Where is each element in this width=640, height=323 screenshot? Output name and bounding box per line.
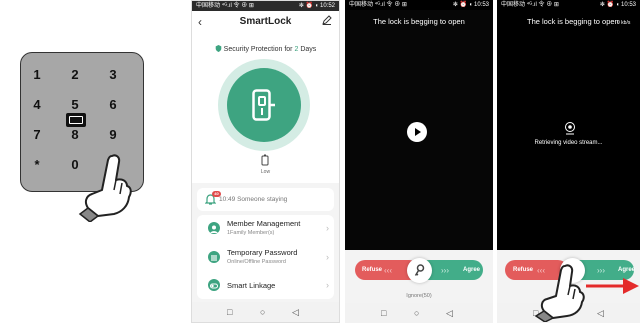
back-nav-icon[interactable]: ◁: [292, 307, 299, 318]
key-4[interactable]: 4: [28, 97, 46, 112]
arrows-left: ‹‹‹: [384, 266, 392, 275]
chevron-right-icon: ›: [326, 280, 329, 290]
status-bar: 中国移动 ⁴ᴳ.ıl 令 ⊕ ⊞ ✻ ⏰ ◖ 10:52: [192, 1, 339, 11]
keypad-icon: [208, 251, 220, 263]
pointing-hand-icon: [78, 154, 132, 222]
key-2[interactable]: 2: [66, 67, 84, 82]
nav-bar: □ ○ ◁: [345, 303, 493, 323]
toggle-icon: [208, 279, 220, 291]
ignore-countdown[interactable]: Ignore(50): [345, 293, 493, 299]
refuse-label: Refuse: [362, 267, 383, 273]
notification-text: 10:49 Someone staying: [219, 196, 288, 203]
play-icon: [415, 128, 421, 136]
key-8[interactable]: 8: [66, 127, 84, 142]
arrows-right: ›››: [441, 266, 449, 275]
back-nav-icon[interactable]: ◁: [597, 308, 604, 319]
back-nav-icon[interactable]: ◁: [446, 308, 453, 319]
slider-knob[interactable]: [407, 258, 432, 283]
home-icon[interactable]: ○: [260, 307, 265, 317]
call-title: The lock is begging to open: [527, 17, 619, 26]
key-7[interactable]: 7: [28, 127, 46, 142]
menu-item-temporary-password[interactable]: Temporary Password Online/Offline Passwo…: [197, 244, 334, 271]
recent-apps-icon[interactable]: □: [381, 308, 386, 318]
menu-title: Smart Linkage: [227, 281, 276, 290]
key-1[interactable]: 1: [28, 67, 46, 82]
edit-icon[interactable]: [322, 15, 332, 25]
battery-icon: [261, 154, 269, 166]
security-prefix: Security Protection for: [223, 46, 295, 53]
recent-apps-icon[interactable]: □: [227, 307, 232, 317]
card-reader-icon: [66, 113, 86, 127]
call-title: The lock is begging to open: [373, 17, 465, 26]
key-9[interactable]: 9: [104, 127, 122, 142]
chevron-right-icon: ›: [326, 252, 329, 262]
key-5[interactable]: 5: [66, 97, 84, 112]
status-right: ✻ ⏰ ◖ 10:53: [599, 2, 636, 8]
menu-subtitle: 1Family Member(s): [227, 230, 275, 236]
phone-incoming-request: 中国移动 ⁴ᴳ.ıl 令 ⊕ ⊞ ✻ ⏰ ◖ 10:53 The lock is…: [345, 0, 493, 323]
status-bar: 中国移动 ⁴ᴳ.ıl 令 ⊕ ⊞ ✻ ⏰ ◖ 10:53: [345, 0, 493, 10]
security-suffix: Days: [298, 46, 317, 53]
menu-subtitle: Online/Offline Password: [227, 259, 286, 265]
agree-label: Agree: [463, 267, 481, 273]
battery-label: Low: [260, 169, 271, 175]
status-bar: 中国移动 ⁴ᴳ.ıl 令 ⊕ ⊞ ✻ ⏰ ◖ 10:53: [497, 0, 640, 10]
status-left: 中国移动 ⁴ᴳ.ıl 令 ⊕ ⊞: [349, 2, 407, 8]
network-speed: 0 kb/s: [617, 20, 631, 26]
nav-bar: □ ○ ◁: [192, 302, 339, 322]
key-icon: [414, 264, 425, 276]
door-lock-icon: [252, 89, 275, 121]
key-3[interactable]: 3: [104, 67, 122, 82]
chevron-right-icon: ›: [326, 223, 329, 233]
refuse-label: Refuse: [513, 267, 534, 273]
arrows-right: ›››: [597, 266, 605, 275]
unlock-button[interactable]: [227, 68, 301, 142]
page-title: SmartLock: [239, 16, 292, 27]
retrieving-status: Retrieving video stream...: [534, 140, 603, 146]
agree-label: Agree: [618, 267, 636, 273]
member-icon: [208, 222, 220, 234]
menu-item-member-management[interactable]: Member Management 1Family Member(s) ›: [197, 215, 334, 242]
shield-icon: [215, 45, 222, 52]
key-star[interactable]: *: [28, 157, 46, 172]
status-left: 中国移动 ⁴ᴳ.ıl 令 ⊕ ⊞: [501, 2, 559, 8]
phone-smartlock-home: 中国移动 ⁴ᴳ.ıl 令 ⊕ ⊞ ✻ ⏰ ◖ 10:52 ‹ SmartLock…: [191, 0, 340, 323]
status-right: ✻ ⏰ ◖ 10:52: [298, 3, 335, 9]
security-protection-text: Security Protection for 2 Days: [192, 45, 339, 53]
menu-title: Member Management: [227, 219, 301, 228]
key-6[interactable]: 6: [104, 97, 122, 112]
arrow-right-icon: [586, 278, 639, 294]
home-icon[interactable]: ○: [414, 308, 419, 318]
camera-icon: [565, 122, 575, 135]
status-left: 中国移动 ⁴ᴳ.ıl 令 ⊕ ⊞: [196, 3, 254, 9]
play-button[interactable]: [407, 122, 427, 142]
status-right: ✻ ⏰ ◖ 10:53: [452, 2, 489, 8]
menu-title: Temporary Password: [227, 248, 298, 257]
swipe-hand-icon: [535, 264, 585, 322]
menu-item-smart-linkage[interactable]: Smart Linkage ›: [197, 273, 334, 297]
